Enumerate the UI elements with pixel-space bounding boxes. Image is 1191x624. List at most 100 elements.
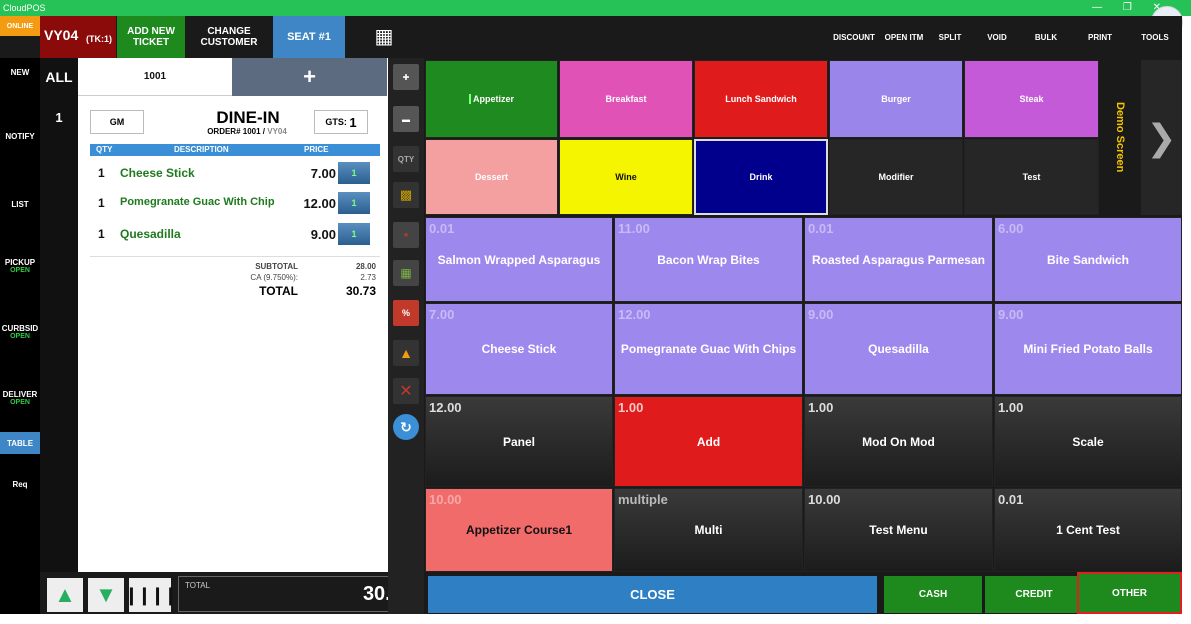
guests-button[interactable]: GTS: 1 [314,110,368,134]
demo-screen-text: Demo Screen [1114,102,1126,173]
change-customer-button[interactable]: CHANGE CUSTOMER [186,16,272,58]
sidebar-item-curbside[interactable]: CURBSID OPEN [0,324,40,340]
item-panel[interactable]: 12.00 Panel [425,396,613,487]
item-name: Pomegranate Guac With Chips [620,342,797,356]
tools-button[interactable]: TOOLS [1128,16,1182,58]
category-lunch-sandwich[interactable]: Lunch Sandwich [694,60,828,138]
item-appetizer-course1[interactable]: 10.00 Appetizer Course1 [425,488,613,572]
order-number: ORDER# 1001 / VY04 [182,127,312,136]
item-mini-fried-potato-balls[interactable]: 9.00 Mini Fried Potato Balls [994,303,1182,395]
item-multi[interactable]: multiple Multi [614,488,803,572]
discount-button[interactable]: DISCOUNT [830,16,878,58]
item-roasted-asparagus-parmesan[interactable]: 0.01 Roasted Asparagus Parmesan [804,217,993,302]
order-line[interactable]: 1 Cheese Stick 7.00 1 [90,162,380,184]
guest-manager-button[interactable]: GM [90,110,144,134]
order-line-seat[interactable]: 1 [338,223,370,245]
item-name: Panel [502,434,535,449]
sidebar-item-new[interactable]: NEW [0,68,40,77]
item-1-cent-test[interactable]: 0.01 1 Cent Test [994,488,1182,572]
sidebar-item-table[interactable]: TABLE [0,432,40,454]
credit-button[interactable]: CREDIT [985,576,1083,613]
seat-button[interactable]: SEAT #1 [273,16,345,58]
order-type: DINE-IN [216,108,280,127]
category-breakfast[interactable]: Breakfast [559,60,693,138]
category-appetizer[interactable]: Appetizer [425,60,558,138]
delete-icon[interactable]: ✕ [393,378,419,404]
chevron-right-icon[interactable]: ❯ [1141,60,1182,215]
order-line-seat[interactable]: 1 [338,192,370,214]
demo-screen-label[interactable]: Demo Screen [1100,60,1140,215]
ticket-number: (TK:1) [86,34,112,44]
sidebar-item-req[interactable]: Req [0,480,40,489]
arrow-down-icon[interactable]: ▼ [88,578,124,612]
order-line[interactable]: 1 Pomegranate Guac With Chip 12.00 1 [90,192,380,214]
cash-button[interactable]: CASH [884,576,982,613]
current-ticket-tab[interactable]: 1001 [78,58,232,96]
restore-icon[interactable]: ❐ [1123,2,1132,13]
description-header: DESCRIPTION [174,145,229,154]
refresh-icon[interactable]: ↻ [393,414,419,440]
item-name: Quesadilla [868,342,929,356]
close-button[interactable]: CLOSE [428,576,877,613]
plus-icon[interactable]: ✚ [393,64,419,90]
add-ticket-button[interactable]: + [232,58,387,96]
minimize-icon[interactable]: — [1092,2,1102,13]
item-test-menu[interactable]: 10.00 Test Menu [804,488,993,572]
category-test[interactable]: Test [964,139,1099,215]
percent-off-icon[interactable]: % [393,300,419,326]
gift-icon[interactable]: ▩ [393,182,419,208]
sidebar-item-pickup[interactable]: PICKUP OPEN [0,258,40,274]
fire-icon[interactable]: ▲ [393,340,419,366]
category-steak[interactable]: Steak [964,60,1099,138]
sidebar-item-delivery[interactable]: DELIVER OPEN [0,390,40,406]
ticket-id[interactable]: VY04 (TK:1) [40,16,116,58]
item-salmon-wrapped-asparagus[interactable]: 0.01 Salmon Wrapped Asparagus [425,217,613,302]
item-quesadilla[interactable]: 9.00 Quesadilla [804,303,993,395]
ticket-tab[interactable]: 1 [40,102,78,132]
item-name: Appetizer Course1 [465,523,573,537]
item-name: Bite Sandwich [1046,252,1129,267]
item-name: Roasted Asparagus Parmesan [812,252,985,267]
sidebar-item-label: Req [12,480,28,489]
other-button[interactable]: OTHER [1077,572,1182,614]
item-scale[interactable]: 1.00 Scale [994,396,1182,487]
item-name: Mini Fried Potato Balls [1023,342,1153,356]
item-mod-on-mod[interactable]: 1.00 Mod On Mod [804,396,993,487]
item-name: Cheese Stick [481,342,557,356]
all-tickets-tab[interactable]: ALL [40,58,78,96]
order-line[interactable]: 1 Quesadilla 9.00 1 [90,223,380,245]
qty-button[interactable]: QTY [393,146,419,172]
arrow-up-icon[interactable]: ▲ [47,578,83,612]
category-dessert[interactable]: Dessert [425,139,558,215]
map-icon[interactable]: ▦ [393,260,419,286]
item-name: 1 Cent Test [1056,523,1120,537]
minus-icon[interactable]: ▬ [393,106,419,132]
category-burger[interactable]: Burger [829,60,963,138]
category-drink[interactable]: Drink [694,139,828,215]
item-add[interactable]: 1.00 Add [614,396,803,487]
print-button[interactable]: PRINT [1076,16,1124,58]
order-line-seat[interactable]: 1 [338,162,370,184]
open-item-button[interactable]: OPEN ITM [878,16,930,58]
void-button[interactable]: VOID [975,16,1019,58]
item-pomegranate-guac-with-chips[interactable]: 12.00 Pomegranate Guac With Chips [614,303,803,395]
add-new-ticket-button[interactable]: ADD NEW TICKET [117,16,185,58]
barcode-icon[interactable]: ❙❙❙❙ [124,578,178,612]
item-bite-sandwich[interactable]: 6.00 Bite Sandwich [994,217,1182,302]
split-button[interactable]: SPLIT [930,16,970,58]
category-wine[interactable]: Wine [559,139,693,215]
bulk-button[interactable]: BULK [1022,16,1070,58]
item-bacon-wrap-bites[interactable]: 11.00 Bacon Wrap Bites [614,217,803,302]
item-cheese-stick[interactable]: 7.00 Cheese Stick [425,303,613,395]
item-name: Bacon Wrap Bites [657,252,760,267]
tax-label: CA (9.750%): [250,273,298,282]
menu-tag-icon[interactable]: ★ [393,222,419,248]
order-line-qty: 1 [98,227,105,241]
total-value: 30.73 [345,284,376,298]
sidebar: NEW NOTIFY LIST PICKUP OPEN CURBSID OPEN D… [0,58,40,614]
order-line-description: Quesadilla [120,227,181,241]
category-modifier[interactable]: Modifier [829,139,963,215]
qr-code-icon[interactable]: ▦ [346,16,422,58]
sidebar-item-list[interactable]: LIST [0,200,40,209]
sidebar-item-notify[interactable]: NOTIFY [0,132,40,141]
